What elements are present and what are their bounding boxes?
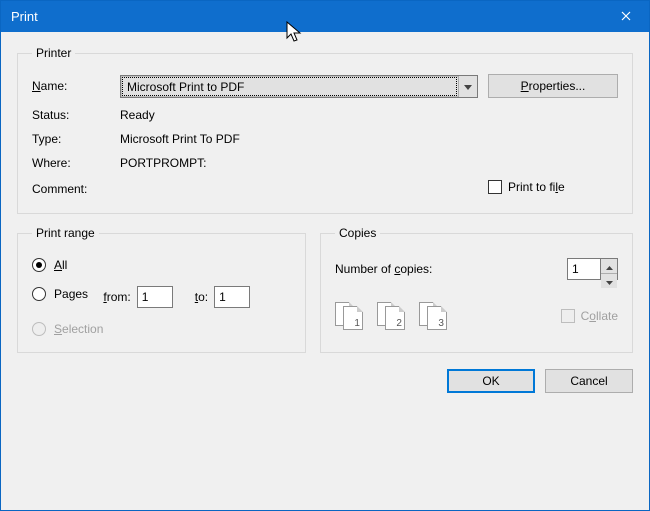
status-value: Ready (120, 108, 618, 122)
printer-name-label: Name: (32, 79, 110, 93)
collate-illustration: 1 1 2 2 3 3 (335, 302, 449, 330)
close-icon (621, 10, 631, 24)
print-range-legend: Print range (32, 226, 99, 240)
from-input[interactable] (137, 286, 173, 308)
properties-button[interactable]: Properties... (488, 74, 618, 98)
num-copies-value[interactable]: 1 (567, 258, 601, 280)
printer-group: Printer Name: Microsoft Print to PDF Pro… (17, 46, 633, 214)
print-to-file-checkbox[interactable]: Print to file (488, 180, 565, 194)
chevron-down-icon (464, 79, 472, 93)
print-dialog-window: Print Printer Name: Microsoft Print to P… (0, 0, 650, 511)
cancel-button[interactable]: Cancel (545, 369, 633, 393)
dialog-client-area: Printer Name: Microsoft Print to PDF Pro… (1, 32, 649, 510)
checkbox-box-icon (488, 180, 502, 194)
triangle-up-icon (606, 259, 613, 273)
range-selection-label: Selection (54, 322, 103, 336)
collate-label: Collate (581, 309, 618, 323)
copies-group: Copies Number of copies: 1 1 (320, 226, 633, 353)
range-pages-label: Pages (54, 287, 88, 301)
copies-legend: Copies (335, 226, 380, 240)
radio-icon (32, 258, 46, 272)
dialog-buttons: OK Cancel (17, 369, 633, 393)
num-copies-spinner[interactable]: 1 (567, 258, 618, 280)
range-all-radio[interactable]: All (32, 258, 291, 272)
comment-label: Comment: (32, 182, 110, 196)
radio-icon (32, 322, 46, 336)
to-label: to: (195, 290, 208, 304)
printer-name-combo[interactable]: Microsoft Print to PDF (120, 75, 478, 98)
printer-legend: Printer (32, 46, 75, 60)
print-range-group: Print range All Pages from: (17, 226, 306, 353)
spinner-down-button[interactable] (601, 274, 617, 288)
collate-checkbox: Collate (561, 309, 618, 323)
status-label: Status: (32, 108, 110, 122)
combo-dropdown-button[interactable] (458, 76, 477, 97)
close-button[interactable] (603, 1, 649, 32)
type-value: Microsoft Print To PDF (120, 132, 618, 146)
triangle-down-icon (606, 274, 613, 288)
radio-icon (32, 287, 46, 301)
range-selection-radio: Selection (32, 322, 291, 336)
titlebar[interactable]: Print (1, 1, 649, 32)
from-label: from: (103, 290, 130, 304)
to-input[interactable] (214, 286, 250, 308)
where-label: Where: (32, 156, 110, 170)
range-all-label: All (54, 258, 67, 272)
num-copies-label: Number of copies: (335, 262, 432, 276)
spinner-up-button[interactable] (601, 259, 617, 274)
window-title: Print (11, 9, 38, 24)
range-pages-radio[interactable]: Pages (32, 287, 88, 301)
print-to-file-label: Print to file (508, 180, 565, 194)
ok-button[interactable]: OK (447, 369, 535, 393)
printer-name-value: Microsoft Print to PDF (121, 76, 458, 97)
checkbox-box-icon (561, 309, 575, 323)
type-label: Type: (32, 132, 110, 146)
where-value: PORTPROMPT: (120, 156, 618, 170)
